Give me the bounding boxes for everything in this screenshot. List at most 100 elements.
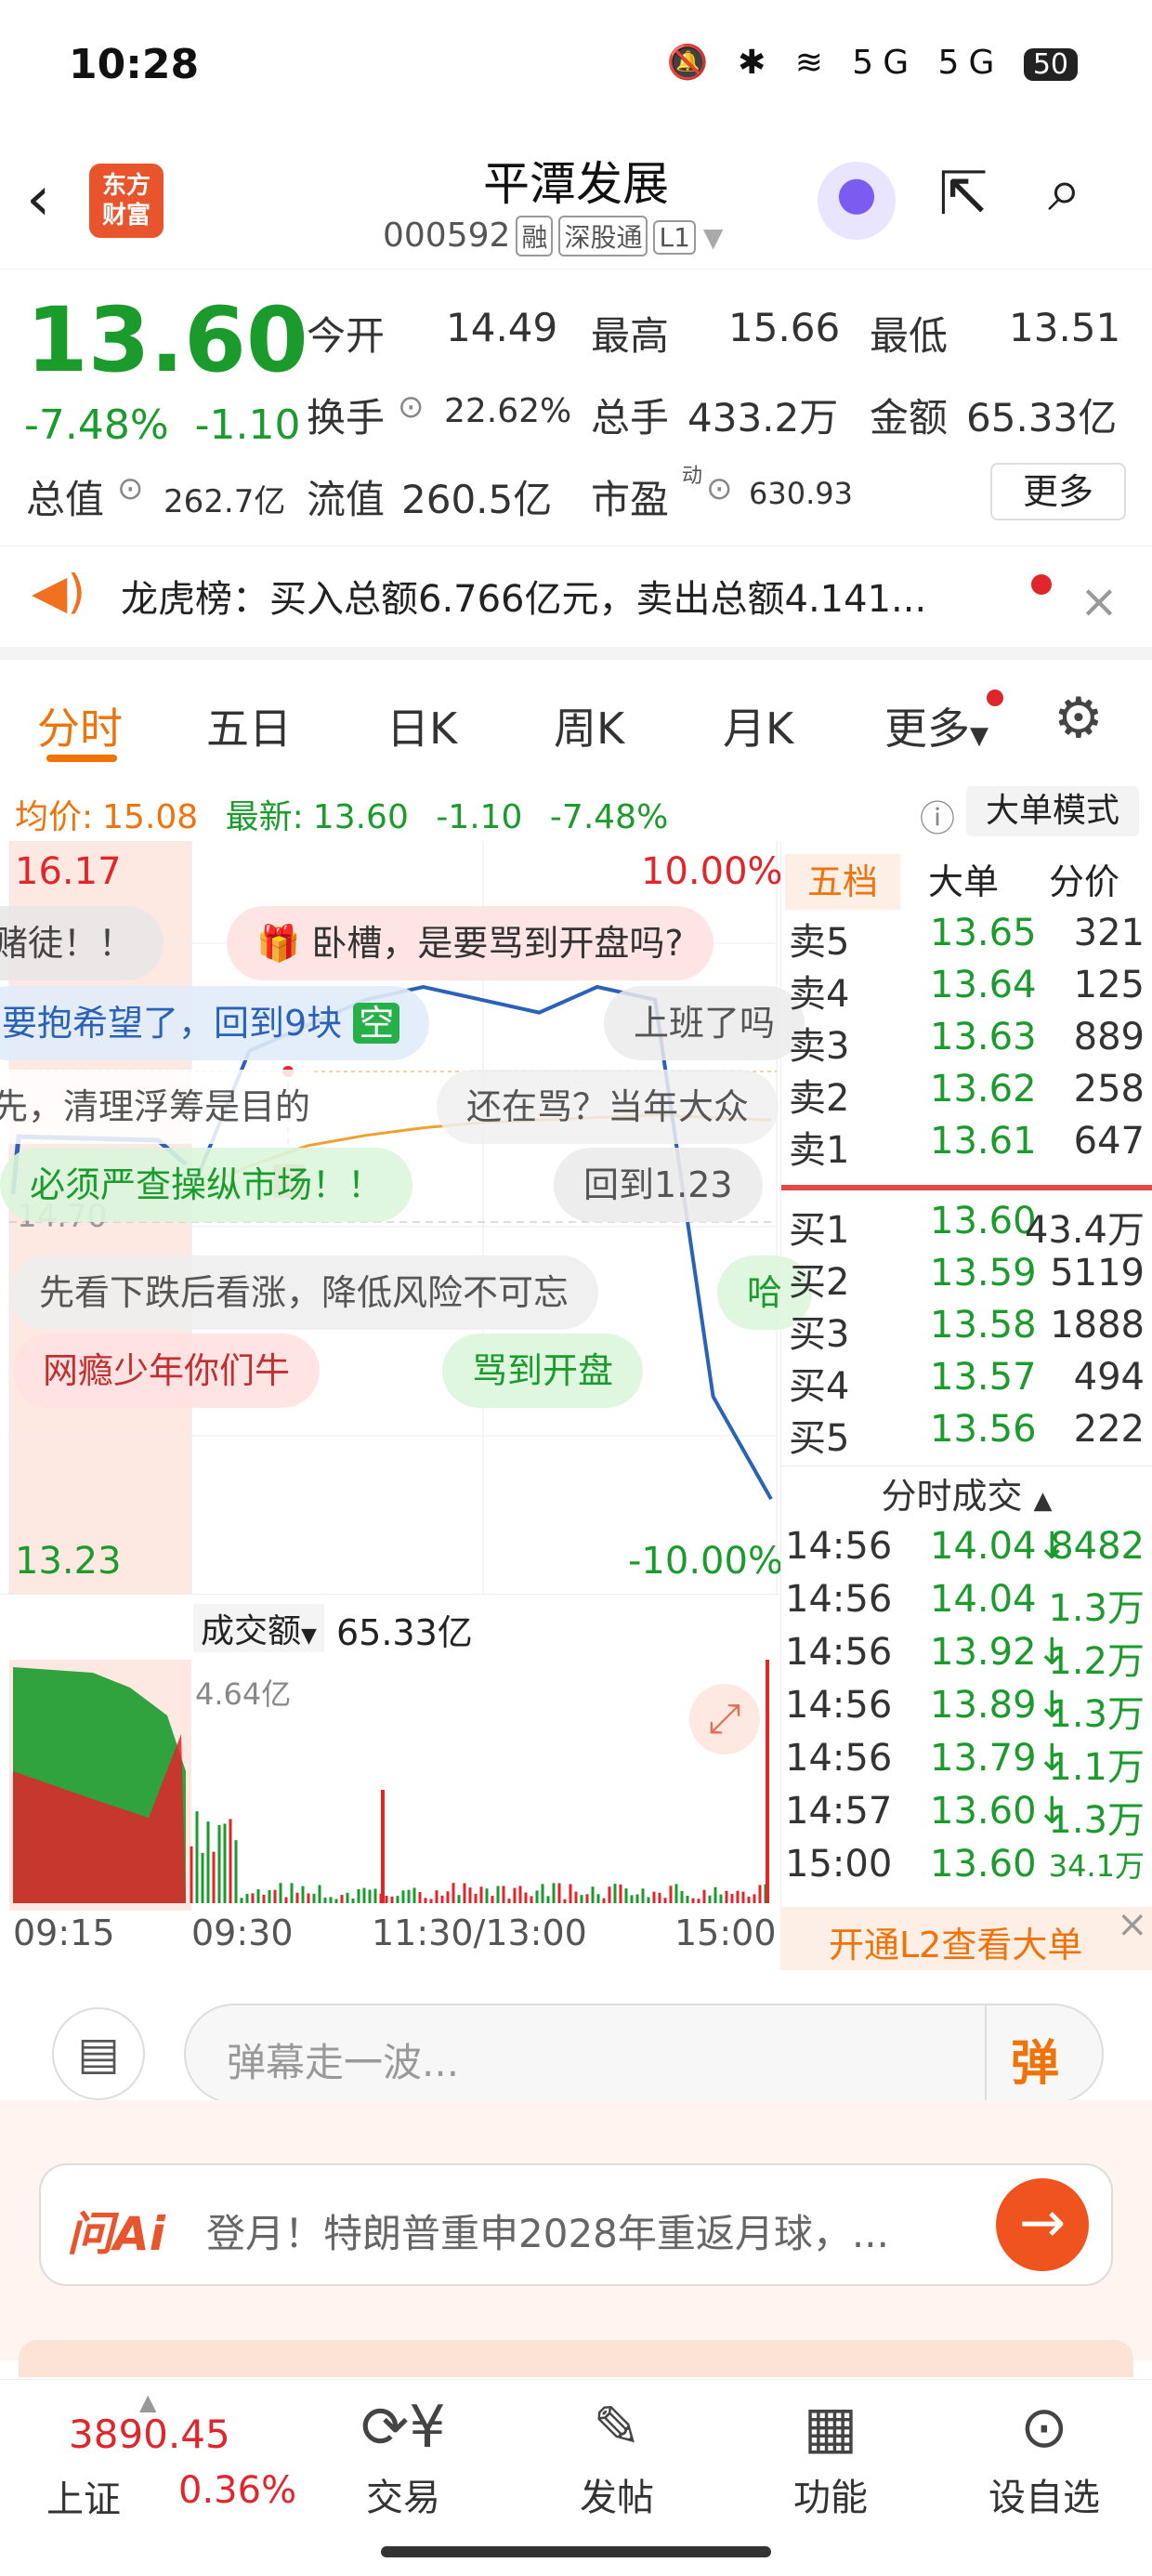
tab-price-dist[interactable]: 分价: [1049, 854, 1119, 910]
ask-cell: 卖2: [789, 1068, 849, 1122]
close-icon[interactable]: ×: [1117, 1903, 1148, 1946]
tag-connect: 深股通: [558, 216, 648, 256]
bid-cell: 13.56: [930, 1408, 1037, 1451]
tab-big-order[interactable]: 大单: [928, 854, 999, 910]
trade-cell: 14:57: [785, 1790, 892, 1833]
danmu-bubble[interactable]: 要抱希望了，回到9块 空: [0, 986, 429, 1060]
ask-row: 卖4 13.64 125: [781, 964, 1152, 1016]
info-icon[interactable]: ⊙: [706, 470, 733, 507]
ask-cell: 889: [1074, 1016, 1145, 1058]
high-label: 最高: [591, 305, 669, 361]
danmu-bubble[interactable]: 骂到开盘: [442, 1334, 643, 1408]
bid-row: 买2 13.59 5119: [781, 1252, 1152, 1304]
stock-code-line[interactable]: 000592 融深股通 L1 ▼: [383, 216, 723, 256]
latest-pct: -7.48%: [550, 798, 668, 836]
tab-fiveday[interactable]: 五日: [206, 695, 292, 756]
danmu-bubble[interactable]: 上班了吗: [604, 986, 805, 1060]
danmu-bubble[interactable]: 回到1.23: [554, 1148, 763, 1222]
ask-cell: 卖3: [789, 1016, 849, 1070]
index-name[interactable]: 上证: [46, 2469, 121, 2523]
danmu-bubble[interactable]: 赌徒！！: [0, 906, 164, 980]
tab-more[interactable]: 更多▼: [884, 695, 988, 756]
danmu-bubble[interactable]: 先看下跌后看涨，降低风险不可忘: [9, 1255, 598, 1330]
info-icon[interactable]: ⊙: [398, 388, 425, 426]
comment-bar: ▤ 弹幕走一波... 弹: [0, 1942, 1152, 2082]
tab-intraday[interactable]: 分时: [37, 695, 123, 756]
index-pct[interactable]: 0.36%: [178, 2469, 296, 2512]
danmu-settings-icon[interactable]: ▤: [52, 2007, 145, 2100]
latest-value: 13.60: [313, 798, 409, 836]
bid-cell: 13.60: [930, 1200, 1037, 1242]
ask-row: 卖2 13.62 258: [781, 1068, 1152, 1120]
ask-cell: 卖1: [789, 1120, 849, 1174]
ask-cell: 13.63: [930, 1016, 1037, 1058]
bid-cell: 5119: [1050, 1252, 1145, 1295]
stock-code: 000592: [383, 217, 510, 255]
share-icon[interactable]: ⇱: [938, 160, 988, 229]
comment-input[interactable]: 弹幕走一波... 弹: [184, 2004, 1104, 2104]
bid-row: 买4 13.57 494: [781, 1356, 1152, 1408]
settings-gear-icon[interactable]: ⚙: [1054, 686, 1104, 751]
danmu-bubble[interactable]: 还在骂？当年大众: [437, 1070, 779, 1144]
close-icon[interactable]: ×: [1080, 574, 1119, 628]
danmu-bubble[interactable]: 🎁 卧槽，是要骂到开盘吗?: [227, 906, 713, 980]
tab-weekly-k[interactable]: 周K: [554, 695, 624, 756]
nav-functions[interactable]: ▦ 功能: [738, 2393, 923, 2521]
chevron-down-icon: ▼: [970, 722, 988, 750]
tab-monthly-k[interactable]: 月K: [723, 695, 793, 756]
grid-icon: ▦: [738, 2393, 923, 2467]
danmu-bubble[interactable]: 必须严查操纵市场！！: [0, 1148, 412, 1222]
arrow-right-icon[interactable]: →: [996, 2178, 1089, 2271]
trade-cell: 13.79↓: [930, 1737, 1067, 1780]
chart-min: 13.23: [15, 1540, 122, 1583]
ai-label: 问Ai: [67, 2197, 165, 2264]
index-value[interactable]: 3890.45: [69, 2412, 230, 2457]
trade-list: 14:56 14.04↓ 8482 14:56 14.04 1.3万 14:56 13.92↓…: [781, 1525, 1152, 1896]
bid-cell: 买3: [789, 1304, 849, 1358]
trade-cell: 1.3万: [1048, 1790, 1145, 1844]
volume-panel: 成交额▼ 65.33亿 4.64亿 ⤢: [0, 1594, 780, 1910]
volume-label[interactable]: 成交额▼: [193, 1604, 324, 1652]
assistant-robot-icon[interactable]: [818, 162, 896, 240]
intraday-chart[interactable]: B 16.17 10.00% 13.23 -10.00% 14.70 赌徒！！ …: [0, 841, 780, 1594]
turnover-value: 22.62%: [444, 392, 571, 430]
ask-cell: 647: [1074, 1120, 1145, 1163]
ask-cell: 13.64: [930, 964, 1037, 1006]
high-value: 15.66: [728, 305, 840, 350]
send-danmu-button[interactable]: 弹: [1011, 2024, 1059, 2094]
bid-row: 买3 13.58 1888: [781, 1304, 1152, 1356]
bid-cell: 买5: [789, 1408, 849, 1462]
trade-cell: 14:56: [785, 1684, 892, 1727]
trade-cell: 14:56: [785, 1737, 892, 1780]
bid-cell: 买4: [789, 1356, 849, 1410]
trades-header[interactable]: 分时成交 ▲: [781, 1465, 1152, 1525]
notice-text[interactable]: 龙虎榜：买入总额6.766亿元，卖出总额4.141...: [121, 569, 1013, 623]
chevron-down-icon[interactable]: ▼: [703, 222, 724, 253]
nav-post[interactable]: ✎ 发帖: [524, 2393, 710, 2521]
unread-dot: [1031, 574, 1052, 595]
more-button[interactable]: 更多: [990, 463, 1126, 520]
tab-daily-k[interactable]: 日K: [386, 695, 457, 756]
danmu-bubble[interactable]: 先，清理浮筹是目的: [0, 1070, 340, 1144]
book-divider: [781, 1185, 1152, 1190]
current-price: 13.60: [26, 288, 308, 392]
danmu-bubble[interactable]: 网瘾少年你们牛: [13, 1334, 320, 1408]
float-label: 流值: [307, 468, 385, 525]
nav-watchlist[interactable]: ⊙ 设自选: [951, 2393, 1137, 2521]
info-icon[interactable]: ⊙: [117, 470, 144, 507]
tab-five-levels[interactable]: 五档: [785, 854, 900, 910]
kong-badge: 空: [353, 1003, 399, 1044]
nav-trade[interactable]: ⟳¥ 交易: [310, 2393, 496, 2521]
help-icon[interactable]: ⓘ: [920, 790, 955, 841]
search-icon[interactable]: ⌕: [1048, 156, 1081, 225]
trade-row: 14:56 14.04 1.3万: [781, 1578, 1152, 1631]
big-order-mode-button[interactable]: 大单模式: [966, 786, 1139, 836]
nav-watchlist-label: 设自选: [951, 2467, 1137, 2521]
trade-row: 14:56 13.89↓ 1.3万: [781, 1684, 1152, 1737]
battery-icon: 50: [1024, 48, 1078, 81]
expand-icon[interactable]: ⤢: [689, 1684, 760, 1755]
ai-input[interactable]: 问Ai 登月！特朗普重申2028年重返月球，... →: [39, 2163, 1113, 2286]
change-percent: -7.48%: [24, 401, 169, 449]
amount-value: 65.33亿: [966, 387, 1117, 443]
trade-cell: 15:00: [785, 1843, 892, 1886]
